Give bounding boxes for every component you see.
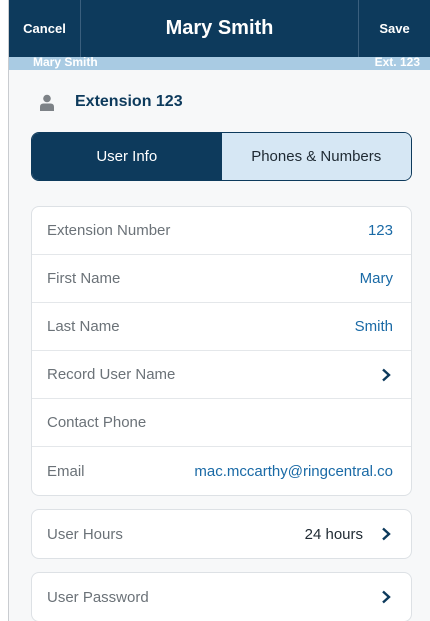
app-frame: Cancel Mary Smith Save Mary Smith Ext. 1… bbox=[8, 0, 430, 621]
email-value: mac.mccarthy@ringcentral.co bbox=[194, 462, 393, 480]
first-name-value: Mary bbox=[359, 270, 393, 287]
page-title: Mary Smith bbox=[165, 17, 274, 39]
user-hours-row[interactable]: User Hours 24 hours bbox=[32, 510, 411, 558]
nav-bar: Cancel Mary Smith Save bbox=[9, 0, 430, 57]
user-icon bbox=[38, 93, 56, 111]
subheader-name: Mary Smith bbox=[33, 55, 98, 69]
chevron-right-icon bbox=[379, 368, 393, 382]
segmented-tabs: User Info Phones & Numbers bbox=[31, 132, 412, 181]
user-password-row[interactable]: User Password bbox=[32, 573, 411, 621]
user-hours-value: 24 hours bbox=[304, 525, 363, 543]
field-label: Email bbox=[47, 462, 85, 480]
field-label: Last Name bbox=[47, 318, 120, 335]
tab-phones-numbers[interactable]: Phones & Numbers bbox=[221, 133, 411, 180]
subheader-bar: Mary Smith Ext. 123 bbox=[9, 55, 430, 70]
user-password-label: User Password bbox=[47, 588, 149, 606]
record-user-name-row[interactable]: Record User Name bbox=[32, 351, 411, 399]
subheader-extension: Ext. 123 bbox=[374, 55, 420, 69]
chevron-right-icon bbox=[379, 590, 393, 604]
field-label: Contact Phone bbox=[47, 414, 147, 431]
user-info-card: Extension Number 123 First Name Mary Las… bbox=[31, 206, 412, 496]
contact-phone-row[interactable]: Contact Phone bbox=[32, 399, 411, 447]
user-password-card: User Password bbox=[31, 572, 412, 621]
last-name-row[interactable]: Last Name Smith bbox=[32, 303, 411, 351]
chevron-right-icon bbox=[379, 527, 393, 541]
extension-heading: Extension 123 bbox=[38, 92, 430, 112]
save-button[interactable]: Save bbox=[358, 0, 430, 57]
first-name-row[interactable]: First Name Mary bbox=[32, 255, 411, 303]
field-label: Record User Name bbox=[47, 366, 176, 383]
tab-user-info[interactable]: User Info bbox=[32, 133, 222, 180]
field-label: First Name bbox=[47, 270, 121, 287]
extension-heading-text: Extension 123 bbox=[75, 93, 183, 110]
cancel-button[interactable]: Cancel bbox=[9, 0, 81, 57]
user-hours-label: User Hours bbox=[47, 525, 123, 543]
user-hours-card: User Hours 24 hours bbox=[31, 509, 412, 559]
field-label: Extension Number bbox=[47, 222, 171, 239]
extension-number-value: 123 bbox=[367, 222, 393, 239]
last-name-value: Smith bbox=[354, 318, 393, 335]
extension-number-row[interactable]: Extension Number 123 bbox=[32, 207, 411, 255]
email-row[interactable]: Email mac.mccarthy@ringcentral.co bbox=[32, 447, 411, 495]
